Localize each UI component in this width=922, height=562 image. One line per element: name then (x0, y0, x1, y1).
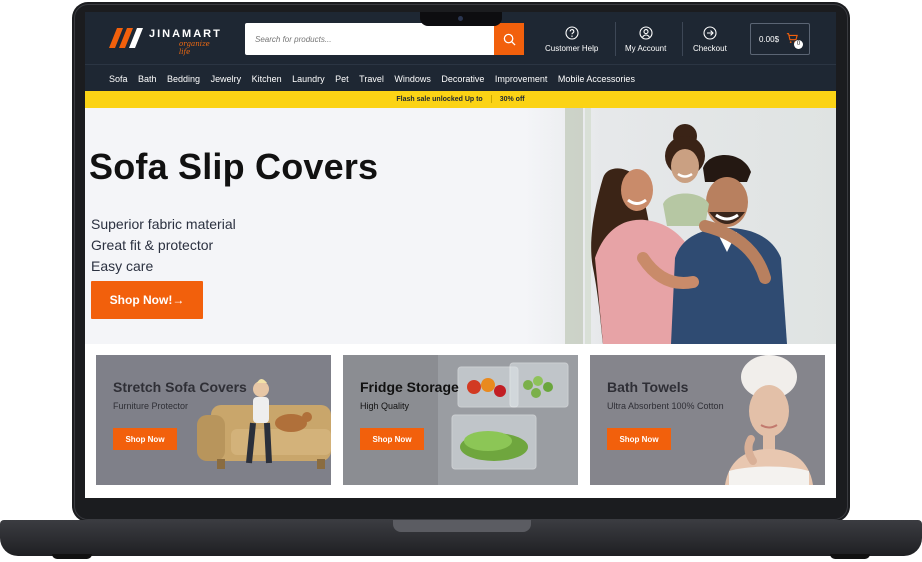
laptop-foot (830, 554, 870, 559)
nav-item-laundry[interactable]: Laundry (292, 74, 325, 84)
cart-amount: 0.00$ (759, 35, 780, 44)
search-icon (503, 33, 516, 46)
hero-feature: Great fit & protector (91, 237, 214, 253)
nav-item-kitchen[interactable]: Kitchen (252, 74, 282, 84)
header-divider (682, 22, 683, 56)
hero-feature: Easy care (91, 258, 154, 274)
checkout-link[interactable]: Checkout (693, 26, 727, 53)
nav-item-improvement[interactable]: Improvement (495, 74, 548, 84)
customer-help-label: Customer Help (545, 44, 599, 53)
logo-icon (109, 28, 143, 48)
help-circle-icon (565, 26, 579, 40)
website-screen: JINAMART organize life Customer Help (85, 12, 836, 498)
promo-card-sofa-covers: Stretch Sofa Covers Furniture Protector … (96, 355, 331, 485)
card-subtitle: High Quality (360, 401, 410, 411)
camera-notch (420, 12, 502, 26)
nav-item-decorative[interactable]: Decorative (441, 74, 484, 84)
card-title: Fridge Storage (360, 379, 459, 395)
flash-sale-banner: Flash sale unlocked Up to 30% off (85, 91, 836, 108)
family-hero-photo (525, 108, 836, 344)
nav-item-jewelry[interactable]: Jewelry (211, 74, 242, 84)
nav-item-pet[interactable]: Pet (335, 74, 349, 84)
promo-divider (490, 95, 492, 104)
promo-card-bath-towels: Bath Towels Ultra Absorbent 100% Cotton … (590, 355, 825, 485)
search-button[interactable] (494, 23, 524, 55)
hero-banner: Sofa Slip Covers Superior fabric materia… (85, 108, 836, 344)
bath-towel-model-image (725, 355, 813, 485)
card-title: Stretch Sofa Covers (113, 379, 247, 395)
nav-item-mobile-accessories[interactable]: Mobile Accessories (558, 74, 635, 84)
card-shop-now-button[interactable]: Shop Now (360, 428, 424, 450)
search-bar (245, 23, 524, 55)
category-nav: Sofa Bath Bedding Jewelry Kitchen Laundry Pet T… (85, 64, 836, 93)
nav-item-windows[interactable]: Windows (394, 74, 431, 84)
header-divider (615, 22, 616, 56)
card-shop-now-button[interactable]: Shop Now (113, 428, 177, 450)
nav-item-sofa[interactable]: Sofa (109, 74, 128, 84)
user-icon (639, 26, 653, 40)
card-subtitle: Ultra Absorbent 100% Cotton (607, 401, 724, 411)
fridge-storage-image (438, 355, 578, 485)
card-title: Bath Towels (607, 379, 689, 395)
laptop-hinge-notch (393, 520, 531, 532)
hero-feature: Superior fabric material (91, 216, 236, 232)
site-logo[interactable]: JINAMART organize life (109, 26, 222, 56)
arrow-right-circle-icon (703, 26, 717, 40)
my-account-link[interactable]: My Account (625, 26, 666, 53)
flash-sale-text: Flash sale unlocked Up to (396, 96, 483, 103)
promo-card-fridge-storage: Fridge Storage High Quality Shop Now (343, 355, 578, 485)
card-subtitle: Furniture Protector (113, 401, 189, 411)
laptop-foot (52, 554, 92, 559)
sofa-product-image (197, 379, 331, 469)
hero-shop-now-button[interactable]: Shop Now!→ (91, 281, 203, 319)
cart-button[interactable]: 0.00$ 0 (750, 23, 810, 55)
nav-item-bedding[interactable]: Bedding (167, 74, 200, 84)
logo-text: JINAMART (149, 28, 222, 40)
card-shop-now-button[interactable]: Shop Now (607, 428, 671, 450)
logo-tagline: organize life (179, 40, 210, 56)
my-account-label: My Account (625, 44, 667, 53)
customer-help-link[interactable]: Customer Help (545, 26, 598, 53)
nav-item-travel[interactable]: Travel (359, 74, 384, 84)
checkout-label: Checkout (693, 44, 727, 53)
cart-count-badge: 0 (794, 40, 803, 49)
flash-sale-discount: 30% off (499, 96, 525, 103)
hero-title: Sofa Slip Covers (89, 146, 379, 187)
nav-item-bath[interactable]: Bath (138, 74, 157, 84)
search-input[interactable] (245, 23, 490, 55)
